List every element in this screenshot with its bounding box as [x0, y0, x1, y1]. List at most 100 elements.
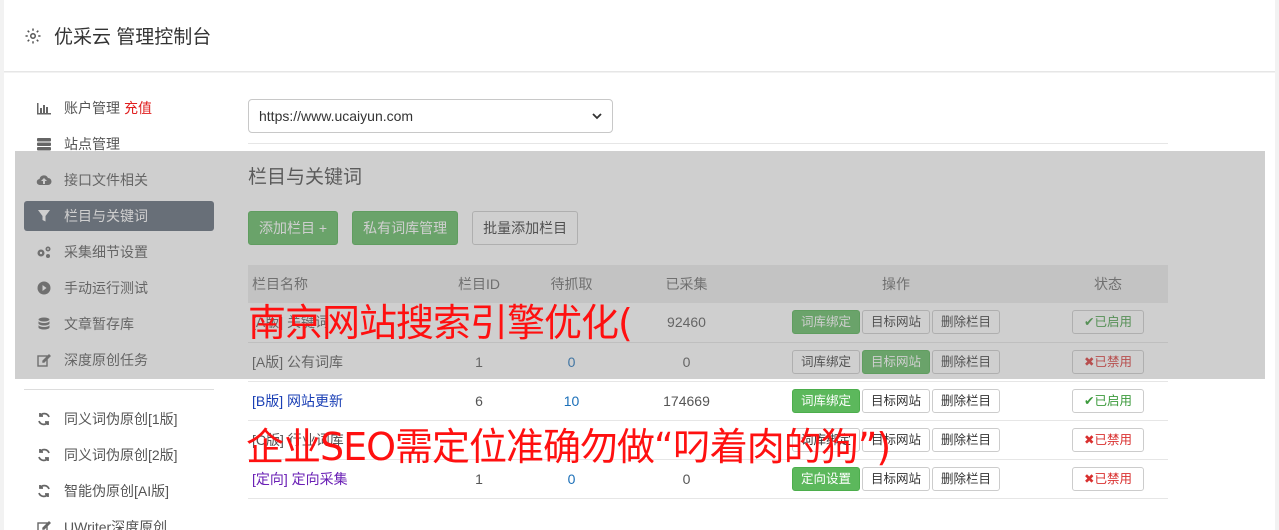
ops-cell: 词库绑定 目标网站 删除栏目 — [744, 303, 1048, 343]
gear-icon — [25, 28, 41, 43]
status-label: 已禁用 — [1094, 432, 1132, 447]
bar-chart-icon — [36, 100, 52, 116]
edit-icon — [36, 352, 52, 368]
status-label: 已禁用 — [1094, 471, 1132, 486]
collected-count: 92460 — [629, 303, 744, 343]
sidebar-item-label: 智能伪原创[AI版] — [64, 483, 170, 499]
sidebar-item-synonym-v1[interactable]: 同义词伪原创[1版] — [24, 404, 214, 434]
status-button[interactable]: ✔已启用 — [1072, 310, 1144, 335]
op-button-0[interactable]: 词库绑定 — [791, 310, 860, 335]
check-icon: ✔ — [1084, 393, 1095, 408]
sidebar-item-manual-run[interactable]: 手动运行测试 — [24, 273, 214, 303]
op-button-1[interactable]: 目标网站 — [861, 388, 930, 413]
column-name[interactable]: [B版] 网站更新 — [248, 381, 444, 421]
col-header-ops: 操作 — [744, 265, 1048, 303]
sidebar-item-label: 深度原创任务 — [64, 352, 148, 368]
sidebar-item-label: 同义词伪原创[2版] — [64, 447, 178, 463]
sidebar-item-label: 采集细节设置 — [64, 244, 148, 260]
sidebar-divider — [24, 389, 214, 390]
play-circle-icon — [36, 280, 52, 296]
watermark-line2: 企业SEO需定位准确勿做“叼着肉的狗”) — [246, 425, 891, 469]
op-button-0[interactable]: 词库绑定 — [791, 388, 860, 413]
site-select-value: https://www.ucaiyun.com — [259, 108, 414, 124]
sidebar-item-label: 同义词伪原创[1版] — [64, 411, 178, 427]
private-lexicon-button[interactable]: 私有词库管理 — [352, 211, 459, 245]
chevron-down-icon — [592, 113, 602, 120]
sidebar-item-sites[interactable]: 站点管理 — [24, 129, 214, 159]
sidebar-item-label: 栏目与关键词 — [64, 208, 148, 224]
table-row: [B版] 网站更新 6 10 174669 词库绑定 目标网站 删除栏目 ✔已启用 — [248, 381, 1168, 421]
sidebar-item-label: UWriter深度原创 — [64, 519, 168, 530]
ops-cell: 词库绑定 目标网站 删除栏目 — [744, 381, 1048, 421]
op-button-1[interactable]: 目标网站 — [861, 310, 930, 335]
close-icon: ✖ — [1084, 471, 1095, 486]
sidebar-item-uwriter[interactable]: UWriter深度原创 — [24, 512, 214, 530]
divider — [248, 143, 1168, 144]
col-header-collected: 已采集 — [629, 265, 744, 303]
sidebar-item-ai-rewrite[interactable]: 智能伪原创[AI版] — [24, 476, 214, 506]
status-button[interactable]: ✖已禁用 — [1072, 466, 1144, 491]
op-button-2[interactable]: 删除栏目 — [932, 427, 1001, 452]
gears-icon — [36, 244, 52, 260]
collected-count: 0 — [629, 342, 744, 382]
refresh-icon — [36, 447, 52, 463]
status-cell: ✖已禁用 — [1048, 459, 1168, 499]
status-cell: ✖已禁用 — [1048, 342, 1168, 382]
sidebar-item-label: 接口文件相关 — [64, 172, 148, 188]
op-button-2[interactable]: 删除栏目 — [932, 310, 1001, 335]
status-button[interactable]: ✖已禁用 — [1072, 349, 1144, 374]
refresh-icon — [36, 411, 52, 427]
status-label: 已禁用 — [1094, 354, 1132, 369]
watermark-line1: 南京网站搜索引擎优化( — [248, 301, 633, 345]
status-label: 已启用 — [1094, 393, 1132, 408]
close-icon: ✖ — [1084, 354, 1095, 369]
sidebar-item-account[interactable]: 账户管理 充值 — [24, 93, 214, 123]
status-cell: ✖已禁用 — [1048, 420, 1168, 460]
sidebar-item-columns[interactable]: 栏目与关键词 — [24, 201, 214, 231]
op-button-2[interactable]: 删除栏目 — [932, 388, 1001, 413]
collected-count: 174669 — [629, 381, 744, 421]
check-icon: ✔ — [1084, 315, 1095, 330]
status-label: 已启用 — [1094, 315, 1132, 330]
column-id: 1 — [444, 342, 514, 382]
database-icon — [36, 316, 52, 332]
pending-count: 0 — [514, 342, 629, 382]
status-button[interactable]: ✔已启用 — [1072, 388, 1144, 413]
server-icon — [36, 136, 52, 152]
status-cell: ✔已启用 — [1048, 381, 1168, 421]
column-name[interactable]: [A版] 公有词库 — [248, 342, 444, 382]
op-button-2[interactable]: 删除栏目 — [932, 349, 1001, 374]
status-cell: ✔已启用 — [1048, 303, 1168, 343]
sidebar-item-label: 文章暂存库 — [64, 316, 134, 332]
col-header-status: 状态 — [1048, 265, 1168, 303]
table-row: [A版] 公有词库 1 0 0 词库绑定 目标网站 删除栏目 ✖已禁用 — [248, 342, 1168, 382]
recharge-link[interactable]: 充值 — [124, 98, 152, 118]
ops-cell: 词库绑定 目标网站 删除栏目 — [744, 342, 1048, 382]
toolbar: 添加栏目 + 私有词库管理 批量添加栏目 — [248, 211, 1168, 245]
sidebar: 账户管理 充值 站点管理 接口文件相关 栏目与关键词 采集细节设置 手动运行测试… — [24, 93, 214, 530]
status-button[interactable]: ✖已禁用 — [1072, 427, 1144, 452]
sidebar-item-article-store[interactable]: 文章暂存库 — [24, 309, 214, 339]
edit-icon — [36, 519, 52, 530]
sidebar-item-label: 站点管理 — [64, 136, 120, 152]
sidebar-item-collect-settings[interactable]: 采集细节设置 — [24, 237, 214, 267]
sidebar-item-label: 手动运行测试 — [64, 280, 148, 296]
sidebar-item-label: 账户管理 — [64, 100, 120, 116]
op-button-2[interactable]: 删除栏目 — [932, 466, 1001, 491]
op-button-1[interactable]: 目标网站 — [861, 349, 930, 374]
top-bar: 优采云 管理控制台 — [4, 0, 1275, 72]
add-column-button[interactable]: 添加栏目 + — [248, 211, 339, 245]
sidebar-item-deep-original[interactable]: 深度原创任务 — [24, 345, 214, 375]
filter-icon — [36, 208, 52, 224]
sidebar-item-interface[interactable]: 接口文件相关 — [24, 165, 214, 195]
site-select[interactable]: https://www.ucaiyun.com — [248, 99, 613, 133]
app-title: 优采云 管理控制台 — [54, 27, 212, 48]
sidebar-item-synonym-v2[interactable]: 同义词伪原创[2版] — [24, 440, 214, 470]
close-icon: ✖ — [1084, 432, 1095, 447]
refresh-icon — [36, 483, 52, 499]
batch-add-button[interactable]: 批量添加栏目 — [472, 211, 579, 245]
op-button-0[interactable]: 词库绑定 — [791, 349, 860, 374]
pending-count: 10 — [514, 381, 629, 421]
section-title: 栏目与关键词 — [248, 167, 363, 188]
cloud-upload-icon — [36, 172, 52, 188]
